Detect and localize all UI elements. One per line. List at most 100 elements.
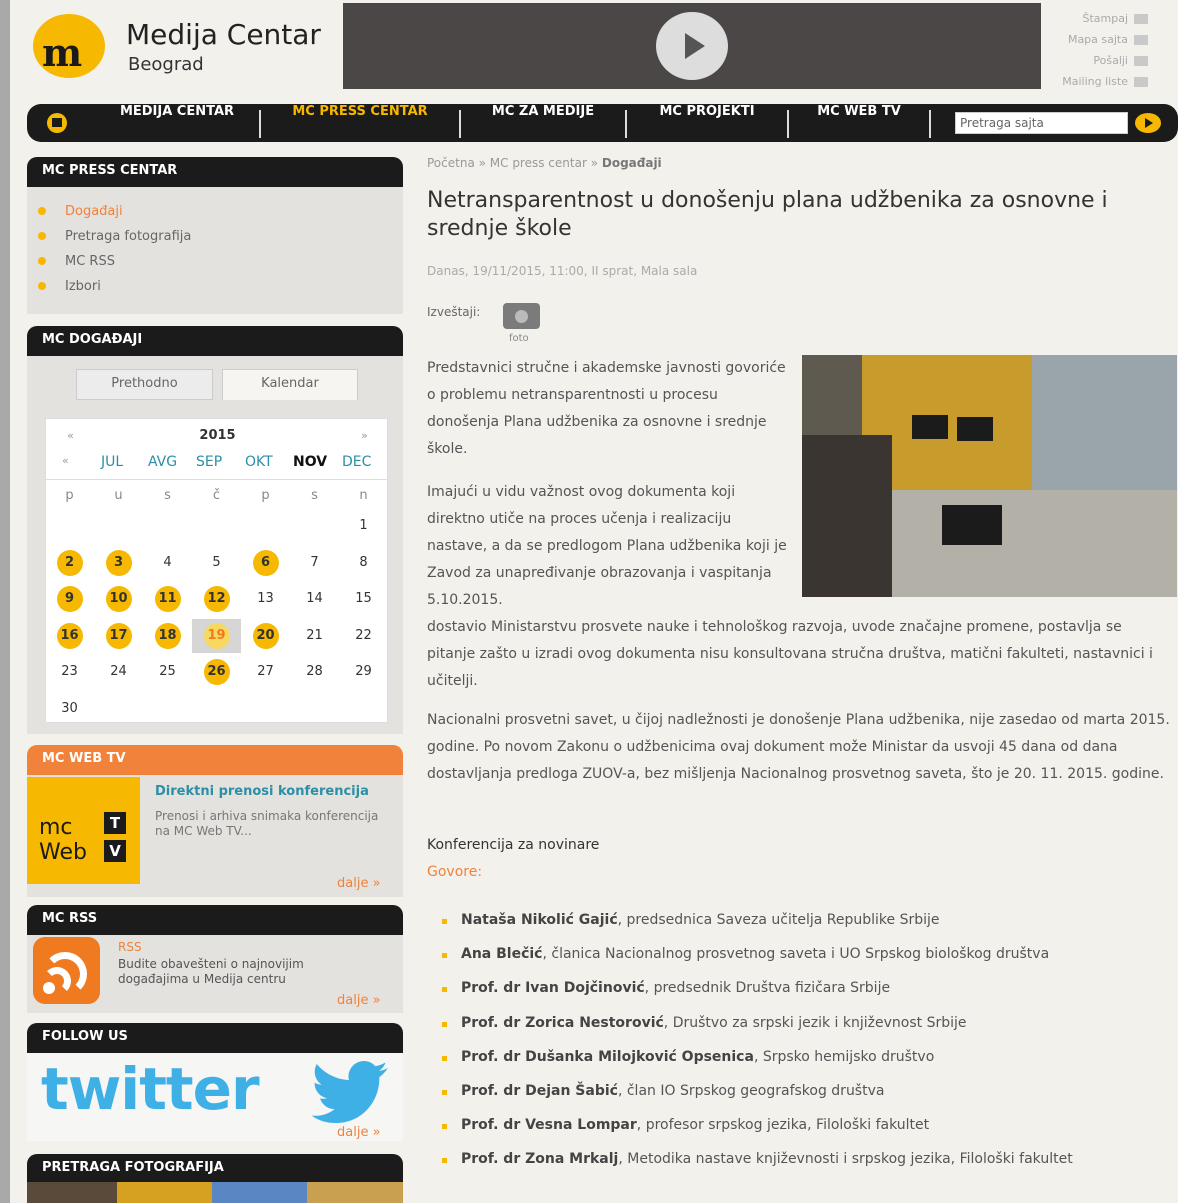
video-banner[interactable] (343, 3, 1041, 89)
calendar-empty-cell (45, 509, 94, 543)
list-item: Ana Blečić, članica Nacionalnog prosvetn… (440, 941, 1073, 975)
twitter-logo[interactable]: twitter (41, 1055, 260, 1123)
month-row: « JUL AVG SEP OKT NOV DEC (45, 446, 388, 480)
calendar-empty-cell (241, 692, 290, 726)
weekday-label: s (311, 488, 318, 503)
tab-previous[interactable]: Prethodno (76, 369, 213, 400)
nav-press-centar[interactable]: MC PRESS CENTAR (261, 104, 459, 142)
conference-photo (802, 355, 1177, 597)
nav-projekti[interactable]: MC PROJEKTI (627, 104, 787, 142)
mailing-link[interactable]: Mailing liste (1062, 71, 1148, 92)
calendar-day: 5 (212, 554, 221, 570)
calendar-day: 25 (159, 664, 176, 680)
tab-calendar[interactable]: Kalendar (222, 369, 358, 400)
breadcrumb-path[interactable]: Početna » MC press centar » (427, 156, 602, 170)
main-nav: MEDIJA CENTAR MC PRESS CENTAR MC ZA MEDI… (27, 104, 1178, 142)
nav-separator (929, 110, 931, 138)
sitemap-link[interactable]: Mapa sajta (1062, 29, 1148, 50)
logo-subtitle[interactable]: Beograd (128, 54, 204, 75)
list-item: Nataša Nikolić Gajić, predsednica Saveza… (440, 907, 1073, 941)
weekday-label: p (65, 488, 74, 503)
calendar-day[interactable]: 3 (94, 546, 143, 580)
calendar-day: 23 (61, 664, 78, 680)
photo-thumbnails (27, 1182, 403, 1203)
calendar-day: 30 (61, 701, 78, 716)
foto-label[interactable]: foto (509, 333, 529, 344)
follow-heading: FOLLOW US (27, 1023, 403, 1053)
rss-more-link[interactable]: dalje » (337, 993, 381, 1008)
calendar-day[interactable]: 10 (94, 582, 143, 616)
photo-thumbnail[interactable] (212, 1182, 307, 1203)
sidebar-item-dogadjaji[interactable]: Događaji (37, 202, 191, 227)
weekday-label: s (164, 488, 171, 503)
calendar-day[interactable]: 12 (192, 582, 241, 616)
calendar-day[interactable]: 19 (192, 618, 241, 653)
calendar-day: 7 (310, 554, 319, 570)
list-item: Prof. dr Dušanka Milojković Opsenica, Sr… (440, 1044, 1073, 1078)
month-current[interactable]: NOV (293, 454, 327, 470)
home-icon[interactable] (47, 113, 67, 133)
photo-thumbnail[interactable] (117, 1182, 212, 1203)
camera-icon[interactable] (503, 303, 540, 329)
webtv-description: Prenosi i arhiva snimaka konferencija na… (155, 809, 379, 838)
calendar-day[interactable]: 2 (45, 546, 94, 580)
paragraph-intro: Predstavnici stručne i akademske javnost… (427, 360, 786, 457)
logo-title[interactable]: Medija Centar (126, 18, 321, 51)
send-link[interactable]: Pošalji (1062, 50, 1148, 71)
calendar-day: 1 (359, 518, 368, 533)
weekday-label: p (261, 488, 270, 503)
calendar-day[interactable]: 9 (45, 582, 94, 616)
rss-heading: MC RSS (27, 905, 403, 935)
month-link[interactable]: AVG (148, 454, 177, 470)
nav-medija-centar[interactable]: MEDIJA CENTAR (95, 104, 259, 142)
webtv-more-link[interactable]: dalje » (337, 876, 381, 891)
sidebar-item-rss[interactable]: MC RSS (37, 252, 191, 277)
search-input[interactable] (955, 112, 1128, 134)
top-links: Štampaj Mapa sajta Pošalji Mailing liste (1062, 8, 1148, 92)
press-centar-menu: Događaji Pretraga fotografija MC RSS Izb… (37, 202, 191, 302)
twitter-bird-icon[interactable] (300, 1060, 390, 1126)
weekday-label: č (212, 488, 221, 503)
calendar-day[interactable]: 26 (192, 655, 241, 689)
rss-label[interactable]: RSS (118, 940, 142, 954)
play-icon[interactable] (656, 12, 728, 80)
webtv-link[interactable]: Direktni prenosi konferencija (155, 784, 369, 799)
photo-thumbnail[interactable] (27, 1182, 117, 1203)
calendar-prev-month[interactable]: « (62, 454, 69, 467)
breadcrumb-current: Događaji (601, 156, 662, 170)
month-link[interactable]: SEP (196, 454, 222, 470)
webtv-logo-t: T (104, 812, 126, 834)
list-item: Prof. dr Zona Mrkalj, Metodika nastave k… (440, 1146, 1073, 1180)
month-link[interactable]: JUL (101, 454, 123, 470)
calendar-empty-cell (94, 692, 143, 726)
calendar-day[interactable]: 20 (241, 619, 290, 653)
twitter-more-link[interactable]: dalje » (337, 1125, 381, 1140)
calendar-day: 29 (355, 664, 372, 680)
photo-thumbnail[interactable] (307, 1182, 403, 1203)
sidebar-item-izbori[interactable]: Izbori (37, 277, 191, 302)
month-link[interactable]: OKT (245, 454, 273, 470)
paragraph-council: Nacionalni prosvetni savet, u čijoj nadl… (427, 712, 1170, 782)
calendar-day: 22 (355, 627, 372, 643)
nav-web-tv[interactable]: MC WEB TV (789, 104, 929, 142)
event-meta: Danas, 19/11/2015, 11:00, II sprat, Mala… (427, 264, 698, 278)
calendar-day[interactable]: 18 (143, 619, 192, 653)
webtv-logo-web: Web (39, 840, 87, 865)
print-link[interactable]: Štampaj (1062, 8, 1148, 29)
calendar-day: 21 (306, 627, 323, 643)
events-heading: MC DOGAĐAJI (27, 326, 403, 356)
send-icon (1134, 56, 1148, 66)
calendar-day[interactable]: 17 (94, 619, 143, 653)
sidebar-item-photo-search[interactable]: Pretraga fotografija (37, 227, 191, 252)
rss-icon[interactable] (33, 937, 100, 1004)
calendar-day[interactable]: 16 (45, 619, 94, 653)
logo-mark[interactable]: m (42, 30, 82, 75)
month-link[interactable]: DEC (342, 454, 371, 470)
weekday-label: u (114, 488, 123, 503)
calendar-day[interactable]: 6 (241, 546, 290, 580)
webtv-logo[interactable]: mc T Web V (27, 777, 140, 884)
nav-za-medije[interactable]: MC ZA MEDIJE (461, 104, 625, 142)
search-go-icon[interactable] (1135, 113, 1161, 133)
calendar-day[interactable]: 11 (143, 582, 192, 616)
calendar-empty-cell (94, 509, 143, 543)
